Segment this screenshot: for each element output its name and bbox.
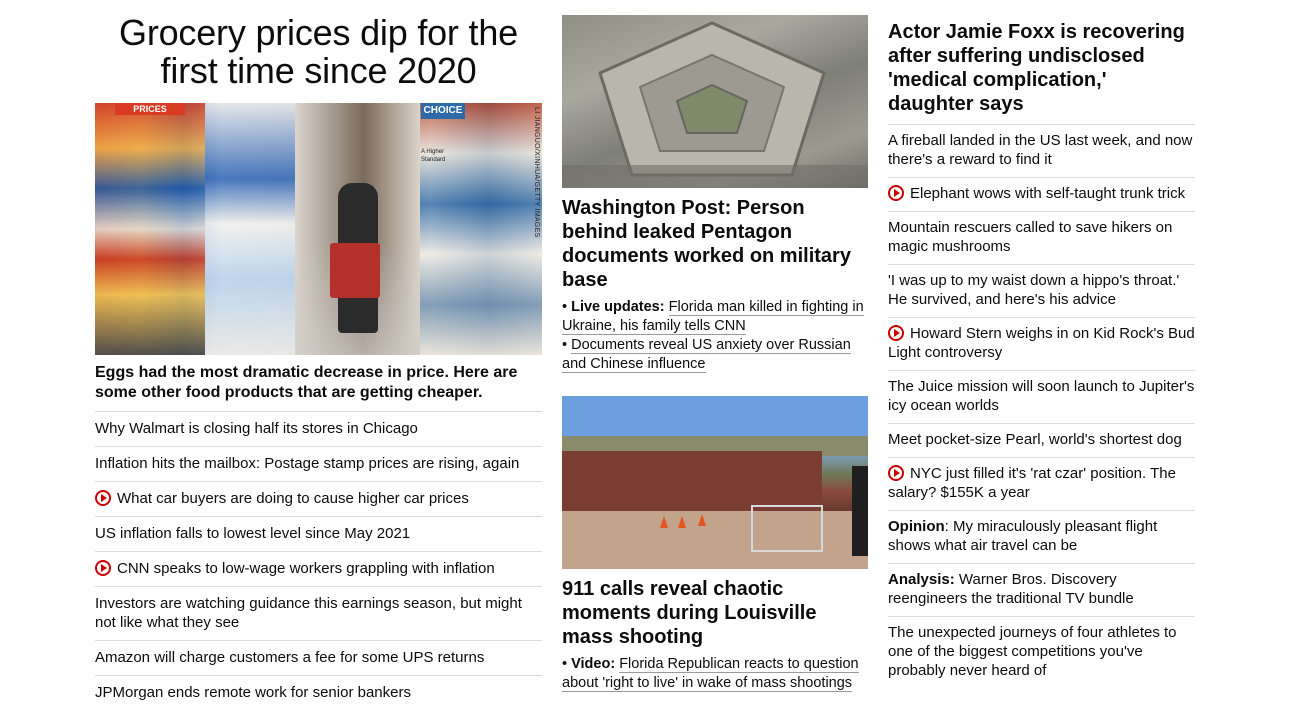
list-item[interactable]: JPMorgan ends remote work for senior ban… bbox=[95, 675, 542, 710]
list-item-text: Mountain rescuers called to save hikers … bbox=[888, 219, 1173, 255]
louisville-story-headline[interactable]: 911 calls reveal chaotic moments during … bbox=[562, 577, 868, 649]
grocery-store-image[interactable]: PRICES CHOICE A Higher Standard LI JIANG… bbox=[95, 103, 542, 355]
shelf-middle bbox=[205, 103, 295, 355]
list-item-text: Why Walmart is closing half its stores i… bbox=[95, 420, 418, 437]
live-updates-label: Live updates: bbox=[571, 299, 665, 315]
shelf-right bbox=[420, 103, 542, 355]
choice-sign: CHOICE bbox=[421, 103, 465, 119]
pentagon-aerial-image[interactable] bbox=[562, 15, 868, 188]
louisville-vigil-image[interactable] bbox=[562, 396, 868, 569]
list-item-text: Investors are watching guidance this ear… bbox=[95, 595, 522, 631]
list-item-text: Elephant wows with self-taught trunk tri… bbox=[910, 185, 1186, 202]
list-item[interactable]: The Juice mission will soon launch to Ju… bbox=[888, 370, 1195, 423]
list-item-text: The unexpected journeys of four athletes… bbox=[888, 624, 1177, 679]
list-item[interactable]: Analysis: Warner Bros. Discovery reengin… bbox=[888, 563, 1195, 616]
shopping-cart bbox=[330, 243, 380, 298]
list-item[interactable]: Mountain rescuers called to save hikers … bbox=[888, 211, 1195, 264]
list-item[interactable]: Amazon will charge customers a fee for s… bbox=[95, 640, 542, 675]
list-item[interactable]: Howard Stern weighs in on Kid Rock's Bud… bbox=[888, 317, 1195, 370]
lead-caption[interactable]: Eggs had the most dramatic decrease in p… bbox=[95, 363, 542, 403]
story-sublink[interactable]: • Video: Florida Republican reacts to qu… bbox=[562, 655, 868, 693]
opinion-label: Opinion bbox=[888, 518, 945, 535]
list-item-text: Howard Stern weighs in on Kid Rock's Bud… bbox=[888, 325, 1195, 361]
pentagon-story-headline[interactable]: Washington Post: Person behind leaked Pe… bbox=[562, 196, 868, 292]
list-item-text: Inflation hits the mailbox: Postage stam… bbox=[95, 455, 520, 472]
list-item-text: Meet pocket-size Pearl, world's shortest… bbox=[888, 431, 1182, 448]
video-play-icon bbox=[95, 490, 111, 506]
crowd-scene bbox=[562, 396, 868, 569]
list-item-text: CNN speaks to low-wage workers grappling… bbox=[117, 560, 495, 577]
jamie-foxx-headline[interactable]: Actor Jamie Foxx is recovering after suf… bbox=[888, 20, 1195, 116]
image-credit: LI JIANGUO/XINHUA/GETTY IMAGES bbox=[533, 107, 540, 238]
list-item-text: JPMorgan ends remote work for senior ban… bbox=[95, 684, 411, 701]
lead-story-column: Grocery prices dip for the first time si… bbox=[95, 14, 542, 710]
list-item[interactable]: Why Walmart is closing half its stores i… bbox=[95, 411, 542, 446]
list-item[interactable]: US inflation falls to lowest level since… bbox=[95, 516, 542, 551]
list-item[interactable]: What car buyers are doing to cause highe… bbox=[95, 481, 542, 516]
list-item[interactable]: NYC just filled it's 'rat czar' position… bbox=[888, 457, 1195, 510]
video-label: Video: bbox=[571, 656, 616, 672]
video-play-icon bbox=[95, 560, 111, 576]
list-item-text: What car buyers are doing to cause highe… bbox=[117, 490, 469, 507]
list-item[interactable]: The unexpected journeys of four athletes… bbox=[888, 616, 1195, 688]
list-item[interactable]: CNN speaks to low-wage workers grappling… bbox=[95, 551, 542, 586]
list-item-text: A fireball landed in the US last week, a… bbox=[888, 132, 1193, 168]
pentagon-shape bbox=[562, 21, 868, 188]
story-sublink[interactable]: • Live updates: Florida man killed in fi… bbox=[562, 298, 868, 336]
higher-standard-sign: A Higher Standard bbox=[421, 149, 446, 163]
video-play-icon bbox=[888, 185, 904, 201]
middle-column: Washington Post: Person behind leaked Pe… bbox=[562, 15, 868, 693]
list-item[interactable]: Elephant wows with self-taught trunk tri… bbox=[888, 177, 1195, 211]
list-item[interactable]: Investors are watching guidance this ear… bbox=[95, 586, 542, 640]
list-item-text: NYC just filled it's 'rat czar' position… bbox=[888, 465, 1176, 501]
shelf-left bbox=[95, 103, 205, 355]
list-item[interactable]: Inflation hits the mailbox: Postage stam… bbox=[95, 446, 542, 481]
prices-sign: PRICES bbox=[115, 103, 185, 115]
list-item[interactable]: 'I was up to my waist down a hippo's thr… bbox=[888, 264, 1195, 317]
sublink-text: Documents reveal US anxiety over Russian… bbox=[562, 337, 851, 373]
list-item-text: Amazon will charge customers a fee for s… bbox=[95, 649, 485, 666]
right-column: Actor Jamie Foxx is recovering after suf… bbox=[888, 20, 1195, 688]
list-item-text: 'I was up to my waist down a hippo's thr… bbox=[888, 272, 1180, 308]
list-item[interactable]: Meet pocket-size Pearl, world's shortest… bbox=[888, 423, 1195, 457]
analysis-label: Analysis: bbox=[888, 571, 955, 588]
related-links-list: Why Walmart is closing half its stores i… bbox=[95, 411, 542, 710]
list-item-text: US inflation falls to lowest level since… bbox=[95, 525, 411, 542]
list-item[interactable]: Opinion: My miraculously pleasant flight… bbox=[888, 510, 1195, 563]
list-item-text: The Juice mission will soon launch to Ju… bbox=[888, 378, 1195, 414]
video-play-icon bbox=[888, 465, 904, 481]
list-item[interactable]: A fireball landed in the US last week, a… bbox=[888, 124, 1195, 177]
story-sublink[interactable]: • Documents reveal US anxiety over Russi… bbox=[562, 336, 868, 374]
video-play-icon bbox=[888, 325, 904, 341]
lead-headline[interactable]: Grocery prices dip for the first time si… bbox=[95, 14, 542, 90]
